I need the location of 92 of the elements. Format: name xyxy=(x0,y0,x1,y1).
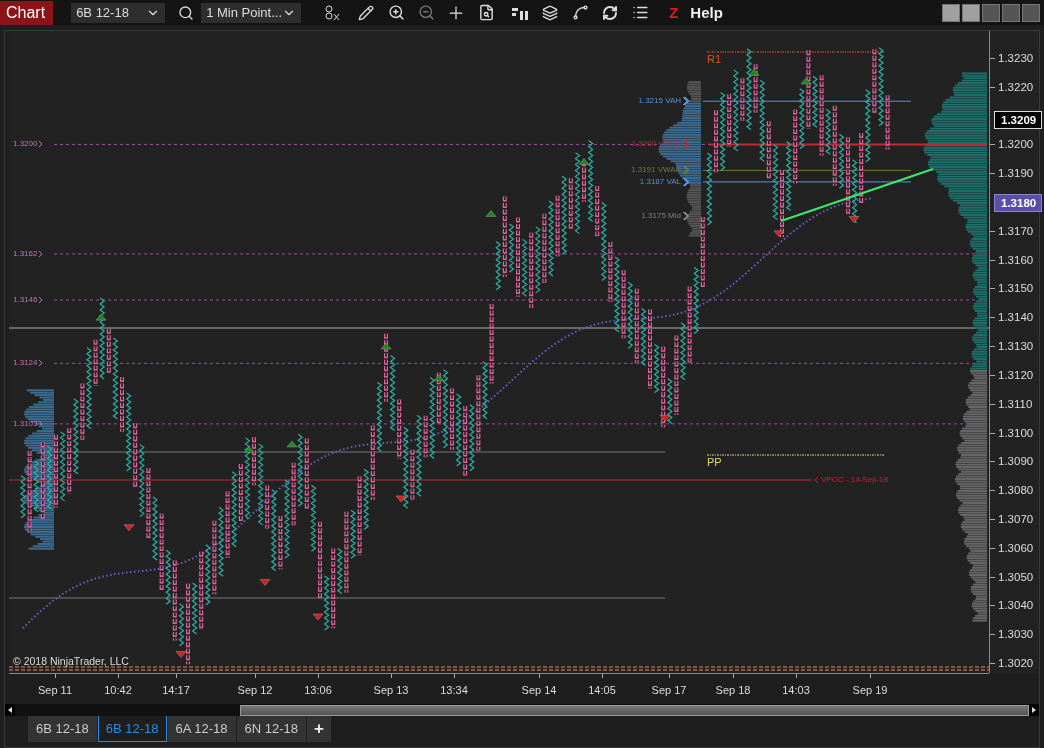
swing-high-marker xyxy=(485,210,497,217)
time-label: Sep 17 xyxy=(651,684,687,696)
price-label: 1.3040 xyxy=(998,598,1034,613)
price-marker: 1.3180 xyxy=(994,194,1043,213)
price-label: 1.3190 xyxy=(998,166,1034,181)
triangle-left-icon xyxy=(8,707,12,713)
chart-tab[interactable]: 6A 12-18 xyxy=(167,716,236,742)
time-label: 14:17 xyxy=(162,684,190,696)
swing-low-marker xyxy=(259,579,271,586)
time-label: 13:34 xyxy=(440,684,468,696)
chart-title: Chart xyxy=(0,0,54,25)
triangle-right-icon xyxy=(1032,707,1036,713)
swing-high-marker xyxy=(243,446,255,453)
minimize-button[interactable] xyxy=(982,3,1000,22)
level-label: 1.3200 xyxy=(13,139,44,150)
price-label: 1.3200 xyxy=(998,137,1034,152)
time-label: 13:06 xyxy=(304,684,332,696)
chevron-icon xyxy=(39,420,44,427)
chart-tab[interactable]: 6B 12-18 xyxy=(28,716,97,742)
time-label: Sep 13 xyxy=(373,684,409,696)
period-dropdown[interactable]: 1 Min Point... xyxy=(201,2,302,23)
price-label: 1.3050 xyxy=(998,569,1034,584)
level-label: 1.3175 Mid xyxy=(641,211,689,222)
swing-low-marker xyxy=(659,415,671,422)
price-label: 1.3220 xyxy=(998,79,1034,94)
swing-high-marker xyxy=(578,158,590,165)
chevron-icon xyxy=(39,250,44,257)
price-label: 1.3150 xyxy=(998,281,1034,296)
chart-tab[interactable]: 6N 12-18 xyxy=(236,716,307,742)
time-label: Sep 18 xyxy=(715,684,751,696)
add-tab-button[interactable]: + xyxy=(307,716,332,742)
time-label: Sep 14 xyxy=(521,684,557,696)
price-label: 1.3160 xyxy=(998,252,1034,267)
vpoc-label: VPOC - 14-Sep-18 xyxy=(815,475,889,485)
price-label: 1.3120 xyxy=(998,367,1034,382)
chevron-icon xyxy=(39,297,44,303)
time-label: Sep 11 xyxy=(37,684,73,696)
swing-low-marker xyxy=(123,524,135,531)
price-label: 1.3100 xyxy=(998,425,1034,440)
scroll-left-button[interactable] xyxy=(5,704,15,716)
chevron-icon xyxy=(39,141,44,148)
window-button[interactable] xyxy=(962,3,980,22)
time-label: 14:03 xyxy=(782,684,810,696)
price-label: 1.3110 xyxy=(998,396,1033,411)
copyright-text: © 2018 NinjaTrader, LLC xyxy=(13,655,129,667)
level-label: 1.3200 VPOC xyxy=(631,139,689,150)
chevron-icon xyxy=(39,360,44,367)
level-label: 1.3191 VWAP xyxy=(631,165,689,176)
price-label: 1.3060 xyxy=(998,540,1034,555)
help-menu[interactable]: Help xyxy=(690,4,723,21)
swing-high-marker xyxy=(433,374,445,381)
price-marker: 1.3209 xyxy=(994,110,1043,129)
price-label: 1.3080 xyxy=(998,483,1034,498)
swing-high-marker xyxy=(380,342,392,350)
swing-low-marker xyxy=(175,651,187,658)
swing-high-marker xyxy=(95,313,107,321)
time-label: Sep 19 xyxy=(852,684,888,696)
level-label: 1.3103 xyxy=(13,418,44,429)
price-label: 1.3130 xyxy=(998,339,1034,354)
level-label: 1.3124 xyxy=(13,358,44,369)
price-label: 1.3020 xyxy=(998,656,1034,670)
instrument-dropdown[interactable]: 6B 12-18 xyxy=(71,2,166,23)
z-label[interactable]: Z xyxy=(669,4,679,21)
chart-tab[interactable]: 6B 12-18 xyxy=(97,716,167,742)
scrollbar-thumb[interactable] xyxy=(240,704,1029,716)
swing-low-marker xyxy=(395,495,407,503)
pivot-label: R1 xyxy=(707,53,722,65)
window-button[interactable] xyxy=(942,3,960,22)
time-label: 10:42 xyxy=(104,684,132,696)
scroll-right-button[interactable] xyxy=(1029,704,1039,716)
swing-high-marker xyxy=(800,77,812,85)
maximize-button[interactable] xyxy=(1002,3,1020,22)
level-label: 1.3187 VAL xyxy=(639,176,689,187)
chevron-icon xyxy=(815,477,819,483)
time-label: 14:05 xyxy=(588,684,616,696)
pivot-label: PP xyxy=(707,456,722,468)
price-label: 1.3070 xyxy=(998,511,1034,526)
swing-low-marker xyxy=(312,613,324,621)
swing-high-marker xyxy=(286,440,298,448)
swing-high-marker xyxy=(748,69,760,76)
price-label: 1.3090 xyxy=(998,454,1034,469)
swing-low-marker xyxy=(848,216,860,223)
level-label: 1.3162 xyxy=(13,248,44,259)
level-label: 1.3215 VAH xyxy=(638,96,689,107)
price-label: 1.3230 xyxy=(998,51,1034,65)
close-button[interactable] xyxy=(1022,3,1040,22)
price-label: 1.3140 xyxy=(998,310,1034,325)
price-label: 1.3030 xyxy=(998,627,1034,642)
price-label: 1.3170 xyxy=(998,223,1034,238)
swing-low-marker xyxy=(773,230,785,238)
level-label: 1.3146 xyxy=(13,295,44,305)
time-label: Sep 12 xyxy=(237,684,273,696)
